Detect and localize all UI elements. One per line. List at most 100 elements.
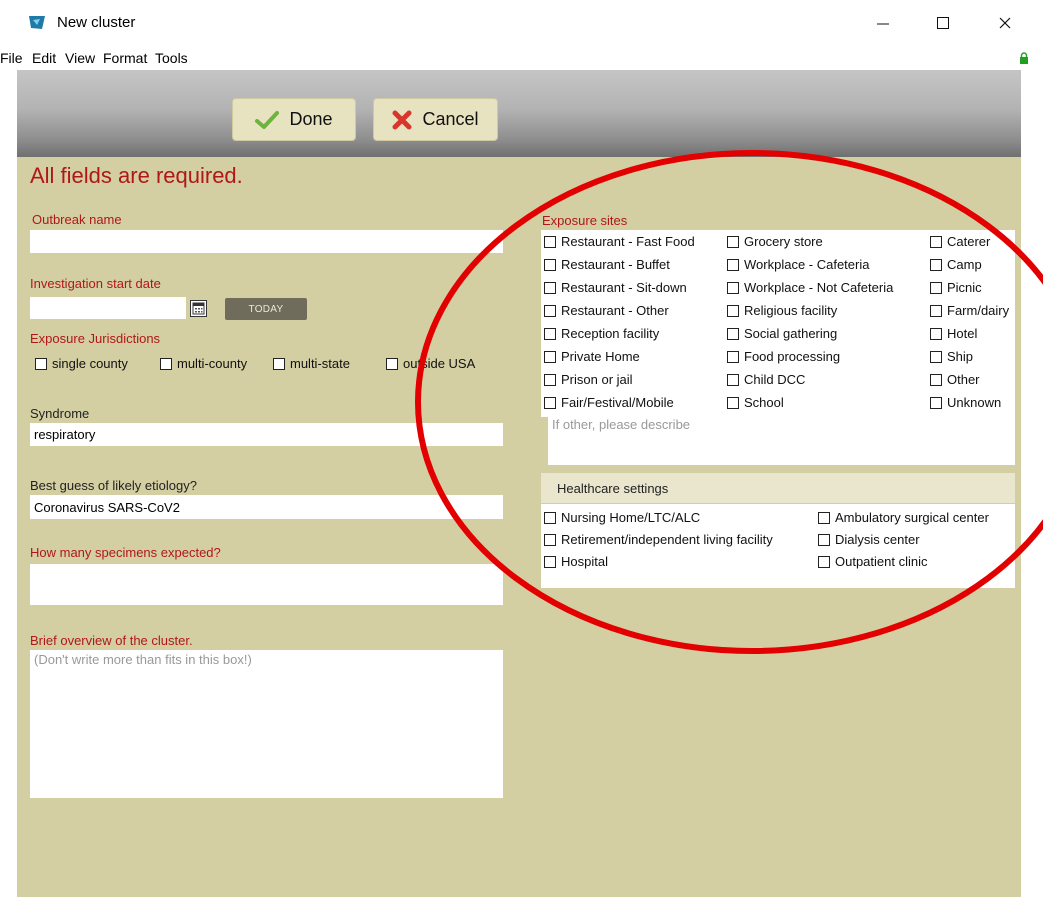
checkbox[interactable] [35, 357, 47, 370]
site-workplace-cafeteria[interactable]: Workplace - Cafeteria [727, 257, 869, 272]
site-hotel[interactable]: Hotel [930, 326, 977, 341]
site-religious-facility[interactable]: Religious facility [727, 303, 837, 318]
menu-tools[interactable]: Tools [155, 50, 188, 66]
investigation-date-input[interactable] [30, 297, 186, 319]
checkbox[interactable] [930, 327, 942, 340]
hc-ambulatory-surgical[interactable]: Ambulatory surgical center [818, 510, 989, 525]
site-farm-dairy[interactable]: Farm/dairy [930, 303, 1009, 318]
checkbox[interactable] [544, 511, 556, 524]
jurisdiction-outside-usa[interactable]: outside USA [386, 356, 475, 371]
checkbox[interactable] [930, 258, 942, 271]
etiology-input[interactable] [30, 495, 503, 519]
maximize-icon [937, 17, 949, 29]
checkbox[interactable] [544, 327, 556, 340]
site-restaurant-buffet[interactable]: Restaurant - Buffet [544, 257, 670, 272]
site-camp[interactable]: Camp [930, 257, 982, 272]
menu-view[interactable]: View [65, 50, 95, 66]
checkbox[interactable] [930, 281, 942, 294]
site-reception-facility[interactable]: Reception facility [544, 326, 659, 341]
menu-format[interactable]: Format [103, 50, 147, 66]
checkbox[interactable] [818, 533, 830, 546]
site-caterer[interactable]: Caterer [930, 234, 990, 249]
minimize-button[interactable] [861, 8, 905, 38]
syndrome-label: Syndrome [30, 406, 90, 421]
hc-col2-clip: Ambulatory surgical center Dialysis cent… [815, 504, 1015, 588]
hc-hospital[interactable]: Hospital [544, 554, 608, 569]
left-margin [0, 70, 17, 897]
checkbox[interactable] [386, 357, 398, 370]
jurisdiction-multi-state[interactable]: multi-state [273, 356, 350, 371]
checkbox[interactable] [160, 357, 172, 370]
checkbox[interactable] [544, 373, 556, 386]
checkbox[interactable] [727, 258, 739, 271]
site-child-dcc[interactable]: Child DCC [727, 372, 805, 387]
site-school[interactable]: School [727, 395, 784, 410]
healthcare-settings-panel: Nursing Home/LTC/ALC Retirement/independ… [541, 504, 1015, 588]
checkbox[interactable] [930, 235, 942, 248]
site-restaurant-sit-down[interactable]: Restaurant - Sit-down [544, 280, 687, 295]
checkbox[interactable] [727, 304, 739, 317]
site-grocery-store[interactable]: Grocery store [727, 234, 823, 249]
today-button[interactable]: TODAY [225, 298, 307, 320]
cancel-button[interactable]: Cancel [373, 98, 498, 141]
checkbox[interactable] [818, 511, 830, 524]
hc-dialysis-center[interactable]: Dialysis center [818, 532, 920, 547]
site-prison-or-jail[interactable]: Prison or jail [544, 372, 633, 387]
checkbox[interactable] [544, 396, 556, 409]
hc-nursing-home[interactable]: Nursing Home/LTC/ALC [544, 510, 700, 525]
specimens-input[interactable] [30, 564, 503, 605]
done-button[interactable]: Done [232, 98, 356, 141]
checkbox[interactable] [727, 235, 739, 248]
jurisdiction-single-county[interactable]: single county [35, 356, 128, 371]
overview-label: Brief overview of the cluster. [30, 633, 193, 648]
site-ship[interactable]: Ship [930, 349, 973, 364]
checkbox[interactable] [544, 555, 556, 568]
checkbox[interactable] [930, 304, 942, 317]
checkbox[interactable] [544, 281, 556, 294]
checkbox[interactable] [727, 281, 739, 294]
checkbox[interactable] [930, 373, 942, 386]
site-restaurant-fast-food[interactable]: Restaurant - Fast Food [544, 234, 695, 249]
checkbox[interactable] [818, 555, 830, 568]
checkbox[interactable] [544, 235, 556, 248]
calendar-icon[interactable] [190, 300, 207, 317]
hc-outpatient-clinic[interactable]: Outpatient clinic [818, 554, 928, 569]
checkbox[interactable] [727, 396, 739, 409]
site-private-home[interactable]: Private Home [544, 349, 640, 364]
site-col3-clip: Caterer Camp Picnic Farm/dairy Hotel Shi… [927, 230, 1015, 417]
checkbox[interactable] [544, 304, 556, 317]
close-button[interactable] [983, 8, 1027, 38]
checkbox[interactable] [544, 258, 556, 271]
syndrome-input[interactable] [30, 423, 503, 446]
checkbox[interactable] [930, 396, 942, 409]
window-title: New cluster [57, 14, 136, 31]
checkbox[interactable] [727, 373, 739, 386]
hc-retirement-living[interactable]: Retirement/independent living facility [544, 532, 773, 547]
checkbox[interactable] [930, 350, 942, 363]
checkbox[interactable] [273, 357, 285, 370]
checkbox[interactable] [544, 533, 556, 546]
title-bar: New cluster [17, 0, 1043, 46]
jurisdiction-multi-county[interactable]: multi-county [160, 356, 247, 371]
lock-icon [1020, 52, 1028, 64]
maximize-button[interactable] [921, 8, 965, 38]
site-workplace-not-cafeteria[interactable]: Workplace - Not Cafeteria [727, 280, 893, 295]
checkbox[interactable] [727, 327, 739, 340]
outbreak-name-input[interactable] [30, 230, 503, 253]
site-social-gathering[interactable]: Social gathering [727, 326, 837, 341]
site-unknown[interactable]: Unknown [930, 395, 1001, 410]
close-icon [999, 17, 1011, 29]
checkbox[interactable] [544, 350, 556, 363]
menu-edit[interactable]: Edit [32, 50, 56, 66]
menu-file[interactable]: File [0, 50, 23, 66]
checkbox[interactable] [727, 350, 739, 363]
site-other[interactable]: Other [930, 372, 980, 387]
overview-textarea[interactable] [30, 650, 503, 798]
toolbar: Done Cancel [17, 70, 1021, 157]
other-description-input[interactable] [548, 415, 1015, 465]
site-restaurant-other[interactable]: Restaurant - Other [544, 303, 669, 318]
site-food-processing[interactable]: Food processing [727, 349, 840, 364]
specimens-label: How many specimens expected? [30, 545, 221, 560]
site-fair-festival-mobile[interactable]: Fair/Festival/Mobile [544, 395, 674, 410]
site-picnic[interactable]: Picnic [930, 280, 982, 295]
